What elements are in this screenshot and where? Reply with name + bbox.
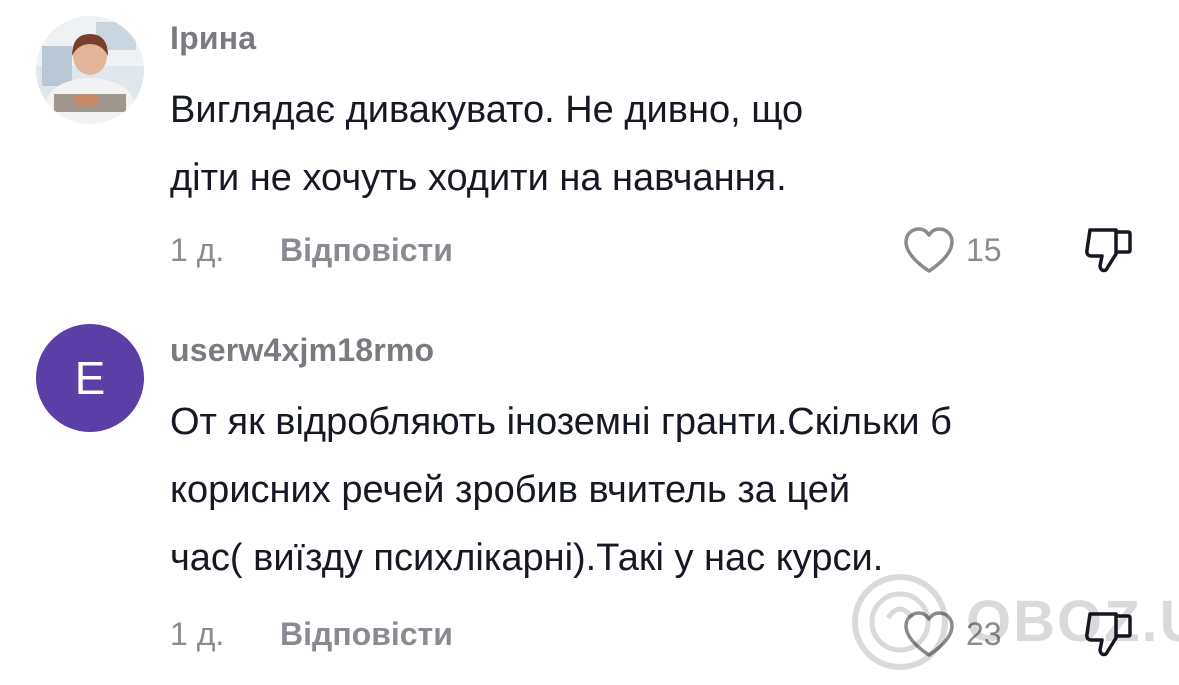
comment-text-line: час( виїзду психлікарні).Такі у нас курс… xyxy=(170,537,884,579)
oboz-logo-icon xyxy=(852,574,948,670)
watermark-text: OBOZ.UA xyxy=(966,589,1179,654)
like-button[interactable] xyxy=(902,226,956,276)
comment-text-line: Виглядає дивакувато. Не дивно, що xyxy=(170,89,804,131)
comment-timestamp: 1 д. xyxy=(170,616,225,652)
like-count: 15 xyxy=(966,232,1002,268)
comment-username[interactable]: Ірина xyxy=(170,20,256,57)
heart-outline-icon xyxy=(904,227,954,273)
comment-text-line: корисних речей зробив вчитель за цей xyxy=(170,469,851,511)
avatar-letter: E xyxy=(74,352,106,404)
comment-item: Ірина Виглядає дивакувато. Не дивно, що … xyxy=(0,0,1179,300)
reply-button[interactable]: Відповісти xyxy=(280,232,453,269)
comment-text: От як відробляють іноземні гранти.Скільк… xyxy=(170,388,952,592)
comment-text-line: От як відробляють іноземні гранти.Скільк… xyxy=(170,401,952,443)
dislike-button[interactable] xyxy=(1082,222,1136,276)
reply-button[interactable]: Відповісти xyxy=(280,616,453,653)
comment-text: Виглядає дивакувато. Не дивно, що діти н… xyxy=(170,76,803,212)
user-avatar[interactable]: E xyxy=(36,324,144,432)
watermark-logo: OBOZ.UA xyxy=(850,572,1179,672)
avatar-photo xyxy=(36,16,144,124)
comment-text-line: діти не хочуть ходити на навчання. xyxy=(170,157,787,199)
thumbs-down-icon xyxy=(1085,228,1132,273)
comment-timestamp: 1 д. xyxy=(170,232,225,268)
comment-username[interactable]: userw4xjm18rmo xyxy=(170,332,434,369)
user-avatar[interactable] xyxy=(36,16,144,124)
